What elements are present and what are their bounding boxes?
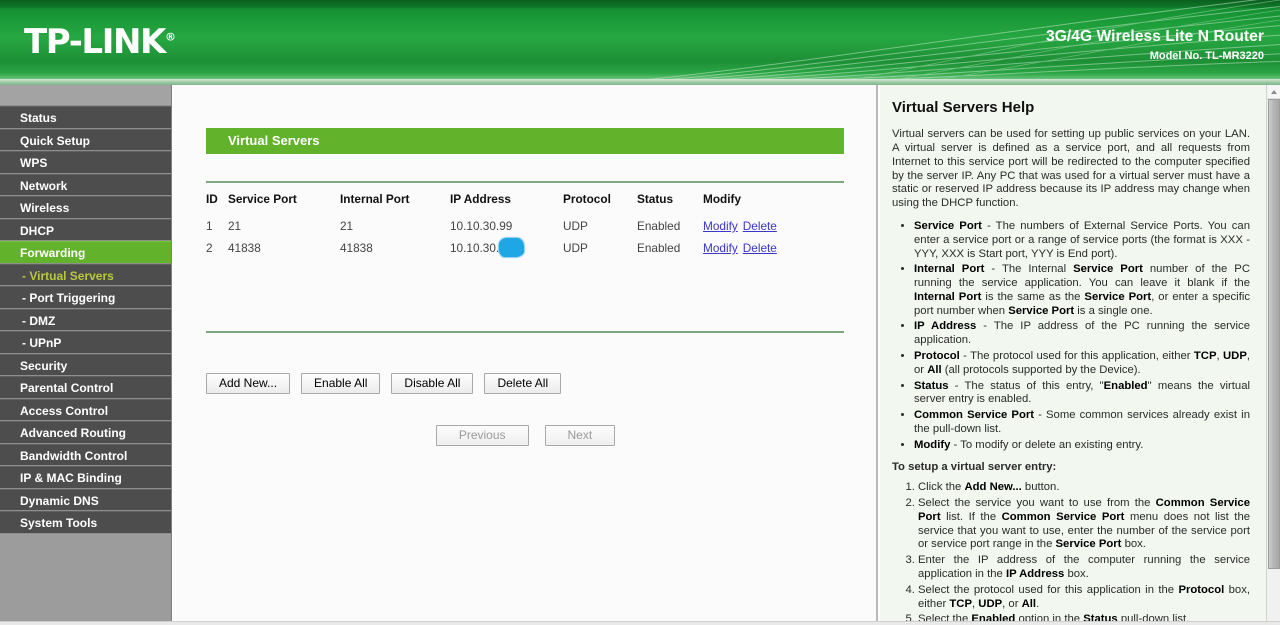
sidebar-item-bandwidth-control[interactable]: Bandwidth Control	[0, 443, 171, 466]
product-info: 3G/4G Wireless Lite N Router Model No. T…	[1046, 28, 1264, 62]
sidebar-bottom-filler	[0, 533, 171, 625]
sidebar-top-spacer	[0, 85, 171, 106]
cell-service-port: 41838	[228, 241, 261, 255]
sidebar-item-wireless[interactable]: Wireless	[0, 196, 171, 219]
help-bullet-item: Internal Port - The Internal Service Por…	[914, 263, 1250, 318]
header-top-stripe	[0, 0, 1280, 8]
sidebar-item-forwarding[interactable]: Forwarding	[0, 241, 171, 264]
sidebar-item-dmz[interactable]: - DMZ	[0, 308, 171, 331]
help-step-item: Click the Add New... button.	[918, 481, 1250, 495]
help-steps-list: Click the Add New... button. Select the s…	[918, 481, 1250, 625]
column-header-protocol: Protocol	[563, 192, 611, 206]
registered-mark: ®	[164, 30, 176, 44]
help-bullet-item: Service Port - The numbers of External S…	[914, 220, 1250, 261]
column-header-id: ID	[206, 192, 218, 206]
ip-redaction-mark	[499, 238, 524, 257]
scrollbar-thumb[interactable]	[1268, 99, 1280, 569]
previous-page-button: Previous	[435, 425, 529, 446]
delete-link[interactable]: Delete	[743, 219, 777, 233]
help-bullet-item: Status - The status of this entry, "Enab…	[914, 380, 1250, 408]
help-intro-paragraph: Virtual servers can be used for setting …	[892, 128, 1250, 210]
column-header-ip-address: IP Address	[450, 192, 511, 206]
table-row: 2 41838 41838 10.10.30. UDP Enabled Modify Dele…	[206, 237, 844, 259]
product-title: 3G/4G Wireless Lite N Router	[1046, 28, 1264, 45]
pagination-controls: Previous Next	[173, 425, 878, 446]
help-bullet-item: Modify - To modify or delete an existing…	[914, 439, 1250, 453]
sidebar-item-parental-control[interactable]: Parental Control	[0, 376, 171, 399]
sidebar-item-advanced-routing[interactable]: Advanced Routing	[0, 421, 171, 444]
column-header-status: Status	[637, 192, 674, 206]
model-number: Model No. TL-MR3220	[1149, 50, 1264, 62]
cell-modify: Modify Delete	[703, 215, 844, 237]
sidebar-menu: Status Quick Setup WPS Network Wireless DHCP F…	[0, 106, 171, 534]
help-field-list: Service Port - The numbers of External S…	[914, 220, 1250, 453]
help-step-item: Enter the IP address of the computer run…	[918, 554, 1250, 582]
sidebar-item-access-control[interactable]: Access Control	[0, 398, 171, 421]
router-admin-page: TP-LINK® 3G/4G Wireless Lite N Router Mo…	[0, 0, 1280, 625]
column-header-modify: Modify	[703, 192, 742, 206]
sidebar-item-upnp[interactable]: - UPnP	[0, 331, 171, 354]
help-title: Virtual Servers Help	[892, 99, 1035, 116]
table-header-row: ID Service Port Internal Port IP Address…	[206, 188, 844, 215]
action-button-row: Add New... Enable All Disable All Delete Al…	[206, 373, 572, 394]
scroll-up-arrow-icon[interactable]	[1267, 85, 1280, 99]
cell-internal-port: 21	[340, 219, 354, 233]
cell-ip-address: 10.10.30.99	[450, 215, 563, 237]
page-title: Virtual Servers	[206, 128, 844, 154]
divider-below-buttons	[206, 331, 844, 333]
delete-link[interactable]: Delete	[743, 241, 777, 255]
sidebar-nav: Status Quick Setup WPS Network Wireless DHCP F…	[0, 85, 172, 625]
column-header-service-port: Service Port	[228, 192, 297, 206]
sidebar-item-system-tools[interactable]: System Tools	[0, 511, 171, 534]
help-step-item: Select the service you want to use from …	[918, 497, 1250, 552]
page-scrollbar[interactable]	[1266, 85, 1280, 625]
ip-address-value: 10.10.30.	[450, 238, 524, 257]
divider-above-table	[206, 181, 844, 183]
column-header-internal-port: Internal Port	[340, 192, 410, 206]
cell-id: 2	[206, 241, 213, 255]
cell-internal-port: 41838	[340, 241, 373, 255]
help-bullet-item: Protocol - The protocol used for this ap…	[914, 350, 1250, 378]
sidebar-item-ip-mac-binding[interactable]: IP & MAC Binding	[0, 466, 171, 489]
cell-service-port: 21	[228, 219, 242, 233]
sidebar-item-port-triggering[interactable]: - Port Triggering	[0, 286, 171, 309]
help-setup-lead: To setup a virtual server entry:	[892, 461, 1057, 474]
virtual-servers-table: ID Service Port Internal Port IP Address…	[206, 188, 844, 259]
enable-all-button[interactable]: Enable All	[301, 373, 381, 394]
table-body: 1 21 21 10.10.30.99 UDP Enabled Modify Delete 2 4…	[206, 215, 844, 259]
sidebar-item-dhcp[interactable]: DHCP	[0, 218, 171, 241]
help-bullet-item: IP Address - The IP address of the PC ru…	[914, 320, 1250, 348]
ip-address-value: 10.10.30.99	[450, 219, 513, 233]
tplink-logo: TP-LINK®	[24, 22, 176, 62]
sidebar-item-dynamic-dns[interactable]: Dynamic DNS	[0, 488, 171, 511]
modify-link[interactable]: Modify	[703, 219, 738, 233]
cell-ip-address: 10.10.30.	[450, 237, 563, 259]
table-row: 1 21 21 10.10.30.99 UDP Enabled Modify Delete	[206, 215, 844, 237]
sidebar-item-security[interactable]: Security	[0, 353, 171, 376]
logo-text: TP-LINK	[24, 22, 166, 62]
modify-link[interactable]: Modify	[703, 241, 738, 255]
sidebar-item-virtual-servers[interactable]: - Virtual Servers	[0, 263, 171, 286]
cell-status: Enabled	[637, 241, 681, 255]
help-panel: Virtual Servers Help Virtual servers can…	[880, 85, 1266, 625]
cell-protocol: UDP	[563, 241, 588, 255]
page-header: TP-LINK® 3G/4G Wireless Lite N Router Mo…	[0, 0, 1280, 85]
main-content: Virtual Servers ID Service Port Internal…	[173, 85, 878, 625]
sidebar-item-network[interactable]: Network	[0, 173, 171, 196]
cell-protocol: UDP	[563, 219, 588, 233]
help-step-item: Select the protocol used for this applic…	[918, 584, 1250, 612]
delete-all-button[interactable]: Delete All	[484, 373, 562, 394]
next-page-button: Next	[544, 425, 616, 446]
cell-status: Enabled	[637, 219, 681, 233]
page-bottom-edge	[0, 621, 1280, 625]
disable-all-button[interactable]: Disable All	[391, 373, 474, 394]
sidebar-item-wps[interactable]: WPS	[0, 151, 171, 174]
cell-id: 1	[206, 219, 213, 233]
cell-modify: Modify Delete	[703, 237, 844, 259]
sidebar-item-quick-setup[interactable]: Quick Setup	[0, 128, 171, 151]
help-bullet-item: Common Service Port - Some common servic…	[914, 409, 1250, 437]
sidebar-item-status[interactable]: Status	[0, 106, 171, 129]
add-new-button[interactable]: Add New...	[206, 373, 291, 394]
